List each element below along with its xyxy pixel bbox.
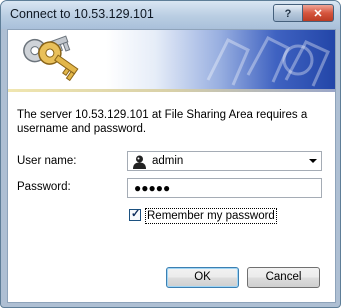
remember-label[interactable]: Remember my password [145,208,277,224]
header-banner [8,30,335,89]
password-mask: ●●●●● [134,181,171,195]
username-label: User name: [17,155,77,167]
title-bar[interactable]: Connect to 10.53.129.101 ? ✕ [1,1,340,29]
ok-button[interactable]: OK [166,267,239,288]
chevron-down-icon[interactable] [309,159,317,163]
remember-checkbox[interactable]: ✓ [129,208,141,221]
username-combobox[interactable]: admin [127,151,322,171]
keys-icon [23,35,79,82]
dialog-title: Connect to 10.53.129.101 [10,7,154,21]
close-button[interactable]: ✕ [302,4,334,22]
username-value: admin [152,155,184,167]
banner-stripe [8,89,335,92]
cancel-button[interactable]: Cancel [247,267,320,288]
server-message: The server 10.53.129.101 at File Sharing… [17,109,308,135]
password-label: Password: [17,181,71,193]
banner-decoration [206,36,330,87]
user-icon [133,155,146,169]
help-button[interactable]: ? [273,4,303,22]
dialog-window: Connect to 10.53.129.101 ? ✕ The server … [0,0,341,308]
checkmark-icon: ✓ [131,208,141,220]
password-field[interactable]: ●●●●● [127,178,322,198]
dialog-body: The server 10.53.129.101 at File Sharing… [7,29,336,303]
